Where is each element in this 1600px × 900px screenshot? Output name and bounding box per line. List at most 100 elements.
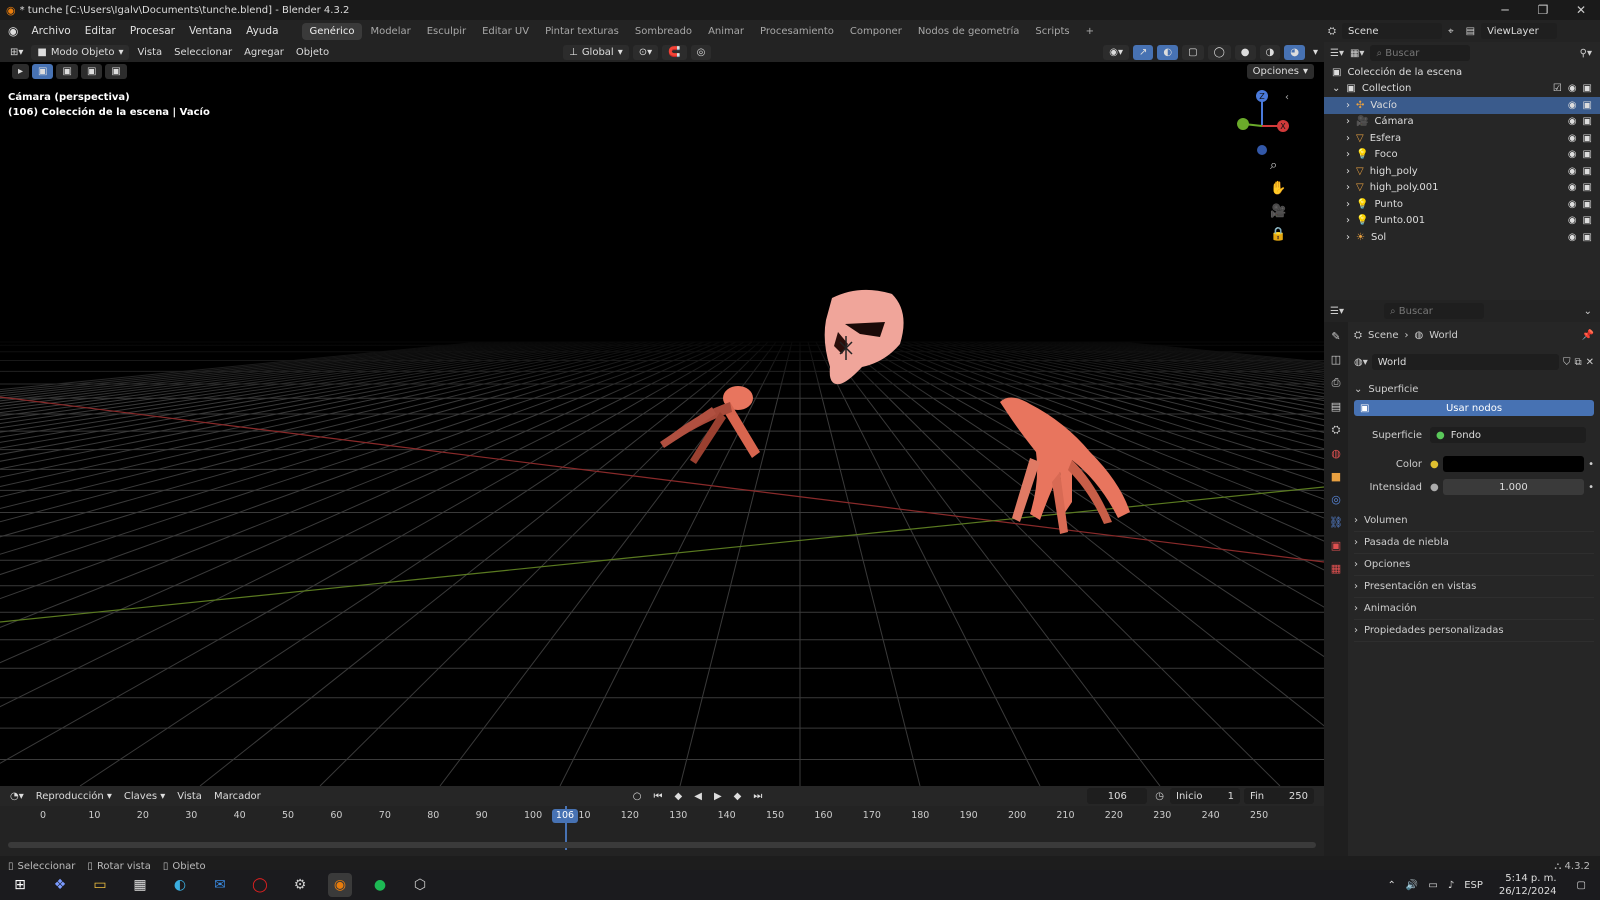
wireframe-shading-icon[interactable]: ◯ (1207, 44, 1231, 60)
camera-view-icon[interactable]: 🎥 (1270, 204, 1286, 219)
chevron-right-icon[interactable]: › (1346, 232, 1350, 243)
camera-icon[interactable]: ▣ (1583, 83, 1592, 94)
eye-icon[interactable]: ◉ (1568, 83, 1577, 94)
outliner-item-foco[interactable]: › 💡 Foco ◉ ▣ (1324, 147, 1600, 164)
timeline-editor-icon[interactable]: ◔▾ (4, 789, 30, 804)
snap-button[interactable]: 🧲 (662, 44, 687, 60)
chevron-down-icon[interactable]: ⌄ (1332, 83, 1340, 94)
camera-icon[interactable]: ▣ (1583, 133, 1592, 144)
tab-componer[interactable]: Componer (842, 23, 910, 40)
select-mode-subtract-icon[interactable]: ▣ (80, 64, 103, 79)
outliner-item-c-mara[interactable]: › 🎥 Cámara ◉ ▣ (1324, 114, 1600, 131)
outliner-scene-collection[interactable]: ▣ Colección de la escena (1324, 64, 1600, 81)
chevron-right-icon[interactable]: › (1346, 199, 1350, 210)
tab-modelar[interactable]: Modelar (362, 23, 418, 40)
camera-icon[interactable]: ▣ (1583, 100, 1592, 111)
proportional-edit-button[interactable]: ◎ (690, 44, 712, 60)
chevron-right-icon[interactable]: › (1346, 166, 1350, 177)
panel-4[interactable]: › Animación (1354, 598, 1594, 620)
playhead-frame[interactable]: 106 (552, 809, 578, 823)
eye-icon[interactable]: ◉ (1568, 166, 1577, 177)
mail-icon[interactable]: ✉ (208, 873, 232, 897)
language-indicator[interactable]: ESP (1464, 880, 1483, 891)
tab-generico[interactable]: Genérico (301, 22, 363, 40)
panel-0[interactable]: › Volumen (1354, 510, 1594, 532)
menu-agregar[interactable]: Agregar (238, 45, 290, 60)
jump-end-icon[interactable]: ⏭ (747, 789, 768, 804)
end-frame-field[interactable]: Fin 250 (1244, 788, 1314, 804)
eye-icon[interactable]: ◉ (1568, 215, 1577, 226)
scene-tab-icon[interactable]: ⛭ (1332, 423, 1341, 437)
tab-scripts[interactable]: Scripts (1027, 23, 1077, 40)
overlays-icon[interactable]: ◐ (1157, 44, 1179, 60)
timeline-scrollbar[interactable] (8, 842, 1316, 848)
menu-vista-timeline[interactable]: Vista (171, 789, 208, 804)
view-layer-tab-icon[interactable]: ▤ (1331, 400, 1341, 413)
menu-vista[interactable]: Vista (131, 45, 168, 60)
eye-icon[interactable]: ◉ (1568, 232, 1577, 243)
tray-chevron-icon[interactable]: ⌃ (1388, 880, 1396, 891)
chevron-right-icon[interactable]: › (1346, 215, 1350, 226)
notifications-icon[interactable]: ▢ (1577, 880, 1586, 891)
keyframe-dot-icon[interactable]: • (1588, 482, 1594, 493)
blender-taskbar-icon[interactable]: ◉ (328, 873, 352, 897)
zoom-icon[interactable]: ⌕ (1270, 158, 1286, 173)
render-tab-icon[interactable]: ◫ (1331, 353, 1341, 366)
menu-ayuda[interactable]: Ayuda (239, 25, 285, 37)
outliner-item-vac-o[interactable]: › ✣ Vacío ◉ ▣ (1324, 97, 1600, 114)
use-nodes-button[interactable]: ▣ Usar nodos (1354, 400, 1594, 416)
sidebar-toggle-icon[interactable]: ‹ (1285, 92, 1289, 103)
tab-editar-uv[interactable]: Editar UV (474, 23, 537, 40)
menu-seleccionar[interactable]: Seleccionar (168, 45, 238, 60)
tab-animar[interactable]: Animar (700, 23, 752, 40)
select-mode-extend-icon[interactable]: ▣ (56, 64, 78, 79)
add-workspace-button[interactable]: + (1078, 23, 1102, 40)
start-frame-field[interactable]: Inicio 1 (1170, 788, 1240, 804)
view-layer-selector[interactable]: ViewLayer (1481, 23, 1558, 39)
camera-icon[interactable]: ▣ (1583, 199, 1592, 210)
outliner-item-sol[interactable]: › ☀ Sol ◉ ▣ (1324, 229, 1600, 246)
xray-icon[interactable]: ▢ (1182, 44, 1204, 60)
steam-icon[interactable]: ⚙ (288, 873, 312, 897)
spotify-icon[interactable]: ● (368, 873, 392, 897)
solid-shading-icon[interactable]: ● (1234, 44, 1256, 60)
chevron-right-icon[interactable]: › (1346, 100, 1350, 111)
current-frame-field[interactable]: 106 (1087, 788, 1148, 804)
outliner-item-esfera[interactable]: › ▽ Esfera ◉ ▣ (1324, 130, 1600, 147)
fake-user-icon[interactable]: ⛉ (1563, 357, 1571, 368)
menu-reproduccion[interactable]: Reproducción ▾ (30, 789, 118, 804)
eye-icon[interactable]: ◉ (1568, 100, 1577, 111)
options-dropdown[interactable]: Opciones ▾ (1246, 64, 1314, 79)
surface-shader-field[interactable]: ● Fondo (1430, 427, 1586, 443)
shading-options-icon[interactable]: ▾ (1307, 45, 1324, 60)
select-mode-new-icon[interactable]: ▣ (32, 64, 54, 79)
tool-tab-icon[interactable]: ✎ (1331, 330, 1340, 343)
close-button[interactable]: ✕ (1562, 3, 1600, 17)
outliner-editor-icon[interactable]: ☰▾ (1330, 48, 1344, 59)
mode-selector[interactable]: ■ Modo Objeto ▾ (31, 44, 130, 60)
select-mode-invert-icon[interactable]: ▣ (105, 64, 127, 79)
clock-icon[interactable]: ◷ (1155, 791, 1164, 802)
tab-procesamiento[interactable]: Procesamiento (752, 23, 842, 40)
scene-pin-icon[interactable]: ⌖ (1448, 26, 1454, 37)
object-tab-icon[interactable]: ■ (1331, 470, 1341, 483)
tab-nodos-geometria[interactable]: Nodos de geometría (910, 23, 1028, 40)
eye-icon[interactable]: ◉ (1568, 133, 1577, 144)
editor-type-icon[interactable]: ⊞▾ (4, 45, 29, 60)
camera-icon[interactable]: ▣ (1583, 166, 1592, 177)
frame-ruler[interactable]: 0 10 20 30 40 50 60 70 80 90 100 110 120 130 140 150 160… (0, 806, 1324, 826)
color-swatch[interactable] (1442, 456, 1585, 472)
camera-icon[interactable]: ▣ (1583, 215, 1592, 226)
constraints-tab-icon[interactable]: ⛓ (1329, 516, 1343, 529)
data-tab-icon[interactable]: ▣ (1331, 539, 1341, 552)
world-tab-icon[interactable]: ◍ (1331, 447, 1341, 460)
pan-hand-icon[interactable]: ✋ (1270, 181, 1286, 196)
auto-key-icon[interactable]: ○ (627, 789, 648, 804)
prev-key-icon[interactable]: ◆ (669, 789, 689, 804)
chevron-right-icon[interactable]: › (1346, 133, 1350, 144)
display-mode-icon[interactable]: ▦▾ (1350, 48, 1364, 59)
transform-orientation[interactable]: ⊥ Global ▾ (563, 44, 629, 60)
physics-tab-icon[interactable]: ◎ (1331, 493, 1341, 506)
camera-icon[interactable]: ▣ (1583, 232, 1592, 243)
maximize-button[interactable]: ❐ (1524, 3, 1562, 17)
